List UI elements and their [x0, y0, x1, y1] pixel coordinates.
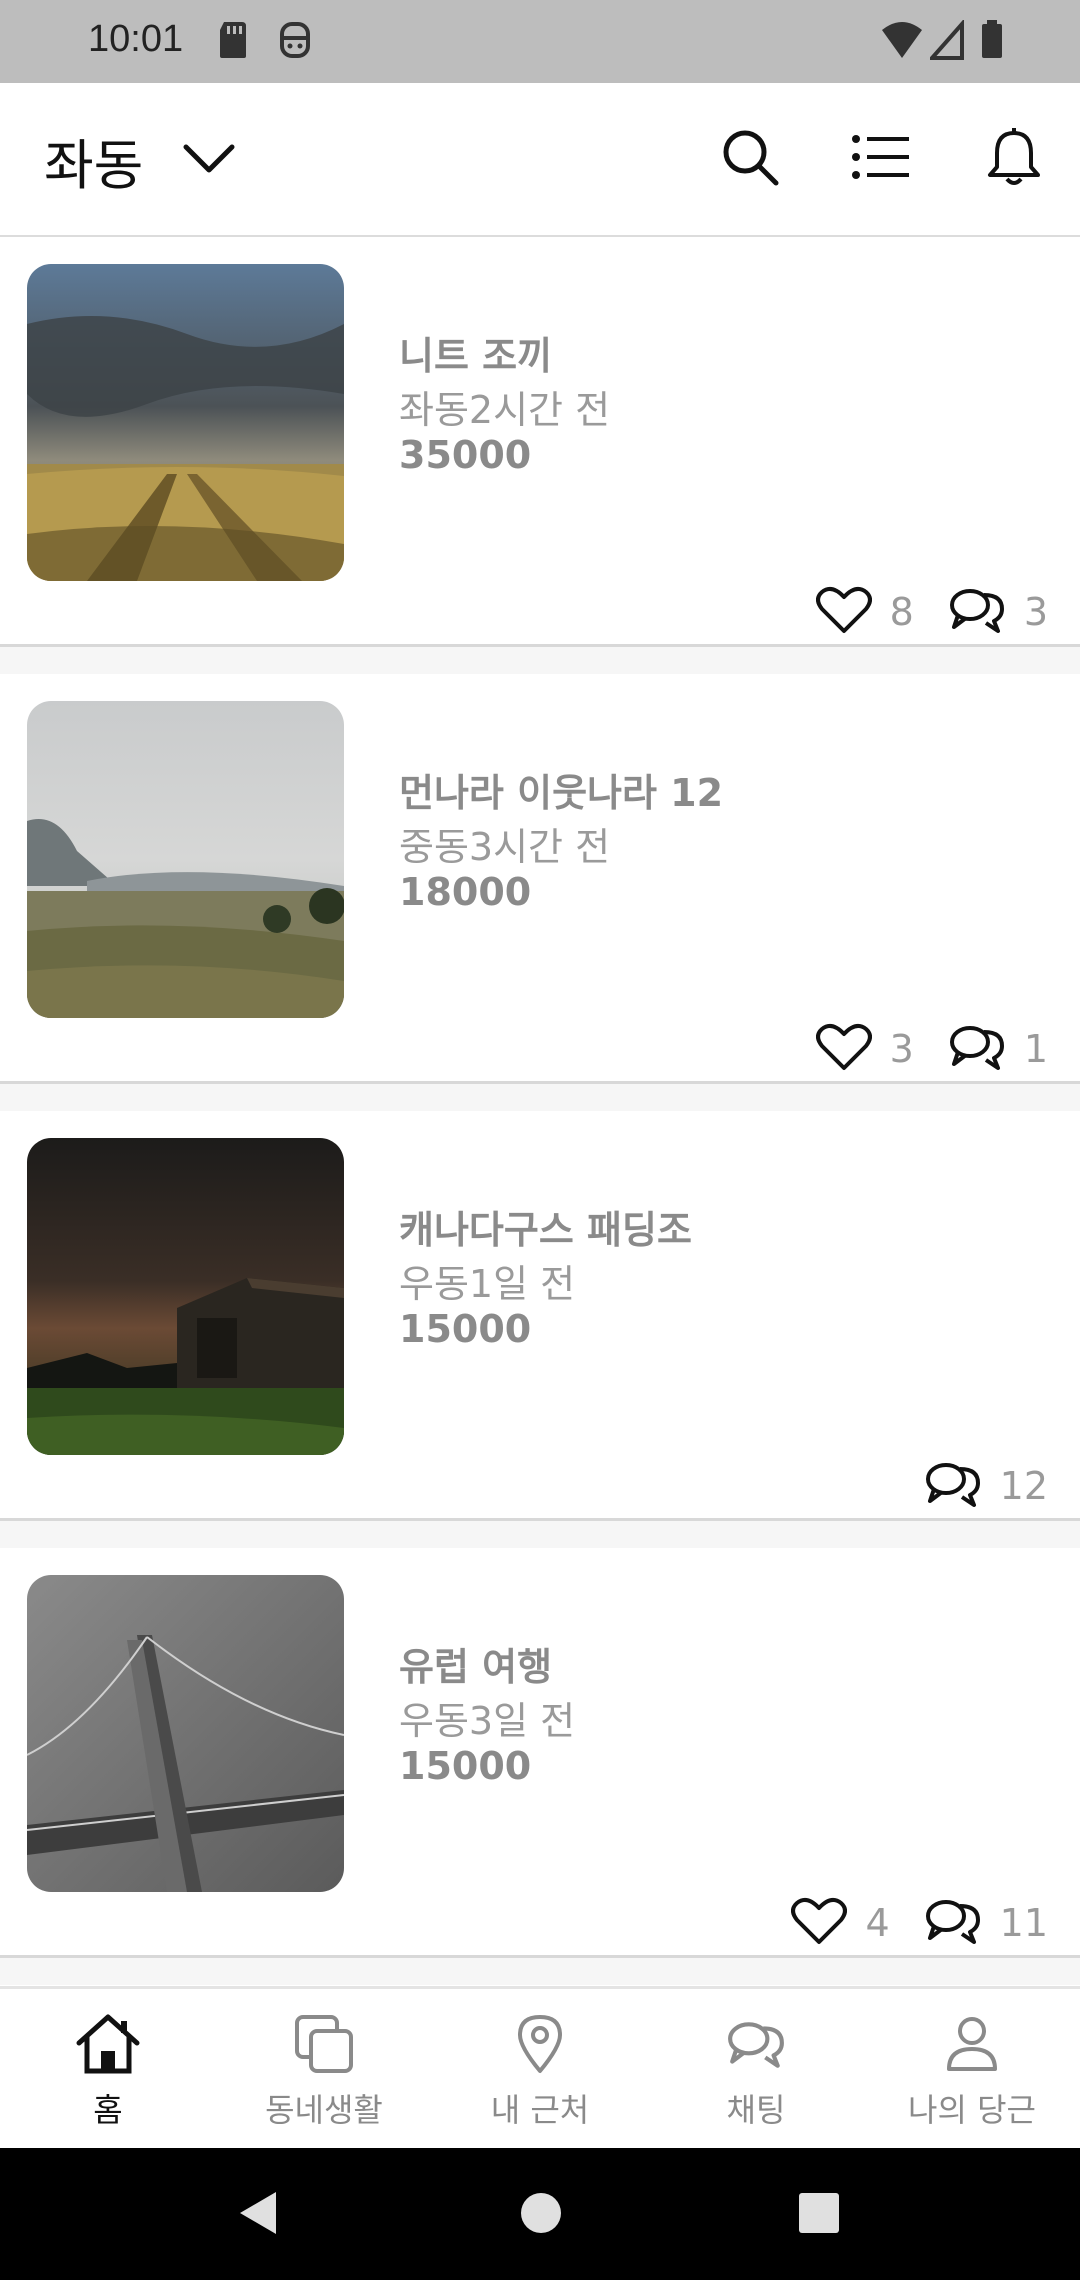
chat-count: 11 — [999, 1901, 1048, 1945]
back-icon[interactable] — [236, 2188, 280, 2242]
copy-icon — [293, 2011, 355, 2077]
listing-stats: 8 3 — [782, 582, 1048, 642]
list-divider — [0, 1084, 1080, 1111]
list-divider — [0, 647, 1080, 674]
tab-label: 채팅 — [726, 2091, 786, 2129]
category-list-button[interactable] — [843, 121, 919, 197]
listing-title: 먼나라 이웃나라 12 — [399, 771, 724, 815]
listing-stats: 3 1 — [782, 1019, 1048, 1079]
tab-label: 동네생활 — [265, 2091, 383, 2129]
chat-stat: 3 — [948, 585, 1048, 639]
list-divider — [0, 1521, 1080, 1548]
tab-home[interactable]: 홈 — [0, 1989, 216, 2148]
listing-price: 35000 — [399, 433, 532, 477]
chat-icon — [948, 585, 1006, 639]
location-pin-icon — [516, 2011, 564, 2077]
tab-my-carrot[interactable]: 나의 당근 — [864, 1989, 1080, 2148]
listing-price: 15000 — [399, 1744, 532, 1788]
notifications-button[interactable] — [976, 121, 1052, 197]
bell-icon — [985, 127, 1043, 191]
chat-stat: 11 — [924, 1896, 1048, 1950]
field-sky-photo — [27, 264, 344, 581]
chat-icon — [726, 2011, 786, 2077]
like-stat: 4 — [791, 1896, 890, 1950]
barn-night-photo — [27, 1138, 344, 1455]
listing-stats: 4 11 — [757, 1893, 1048, 1953]
tab-chat[interactable]: 채팅 — [648, 1989, 864, 2148]
chat-stat: 12 — [924, 1459, 1048, 1513]
listing-item[interactable]: 먼나라 이웃나라 12 중동3시간 전 18000 3 1 — [0, 674, 1080, 1084]
sd-card-icon — [218, 20, 248, 64]
screen: 10:01 좌동 니트 조끼 좌동2시간 전 35000 8 3 먼나라 이웃나… — [0, 0, 1080, 2280]
like-count: 3 — [889, 1027, 914, 1071]
listing-thumbnail — [27, 264, 344, 581]
listing-item[interactable]: 유럽 여행 우동3일 전 15000 4 11 — [0, 1548, 1080, 1958]
app-bar: 좌동 — [0, 83, 1080, 237]
listing-meta: 좌동2시간 전 — [399, 388, 611, 432]
chevron-down-icon — [183, 143, 235, 177]
listing-thumbnail — [27, 701, 344, 1018]
tab-community[interactable]: 동네생활 — [216, 1989, 432, 2148]
chat-stat: 1 — [948, 1022, 1048, 1076]
location-selector[interactable]: 좌동 — [44, 125, 235, 197]
battery-icon — [980, 20, 1004, 64]
like-stat: 3 — [815, 1022, 914, 1076]
like-count: 8 — [889, 590, 914, 634]
listing-title: 유럽 여행 — [399, 1645, 553, 1689]
recents-icon[interactable] — [797, 2188, 841, 2242]
listing-price: 18000 — [399, 870, 532, 914]
listing-item[interactable]: 캐나다구스 패딩조 우동1일 전 15000 12 — [0, 1111, 1080, 1521]
tab-label: 홈 — [93, 2091, 123, 2129]
chat-count: 12 — [999, 1464, 1048, 1508]
like-stat: 8 — [815, 585, 914, 639]
listing-meta: 우동3일 전 — [399, 1699, 576, 1743]
chat-icon — [948, 1022, 1006, 1076]
person-icon — [945, 2011, 999, 2077]
listing-title: 캐나다구스 패딩조 — [399, 1208, 692, 1252]
listing-title: 니트 조끼 — [399, 334, 553, 378]
location-label: 좌동 — [44, 133, 144, 197]
listing-thumbnail — [27, 1575, 344, 1892]
listing-meta: 중동3시간 전 — [399, 825, 611, 869]
listing-item[interactable]: 니트 조끼 좌동2시간 전 35000 8 3 — [0, 237, 1080, 647]
chat-icon — [924, 1896, 982, 1950]
listing-price: 15000 — [399, 1307, 532, 1351]
system-navigation-bar — [0, 2148, 1080, 2280]
heart-icon — [815, 585, 872, 639]
valley-photo — [27, 701, 344, 1018]
bottom-navigation: 홈 동네생활 내 근처 채팅 나의 당근 — [0, 1986, 1080, 2148]
listing-thumbnail — [27, 1138, 344, 1455]
tab-label: 나의 당근 — [908, 2091, 1036, 2129]
wifi-icon — [880, 20, 924, 64]
tab-label: 내 근처 — [490, 2091, 590, 2129]
home-circle-icon[interactable] — [519, 2188, 563, 2242]
status-time: 10:01 — [88, 18, 184, 60]
chat-count: 1 — [1023, 1027, 1048, 1071]
heart-icon — [791, 1896, 848, 1950]
list-icon — [851, 133, 911, 185]
search-button[interactable] — [712, 121, 788, 197]
chat-count: 3 — [1023, 590, 1048, 634]
list-divider — [0, 1958, 1080, 1985]
face-icon — [278, 20, 312, 64]
heart-icon — [815, 1022, 872, 1076]
listing-meta: 우동1일 전 — [399, 1262, 576, 1306]
tab-nearby[interactable]: 내 근처 — [432, 1989, 648, 2148]
search-icon — [720, 127, 780, 191]
home-icon — [75, 2011, 141, 2077]
listing-stats: 12 — [890, 1456, 1048, 1516]
like-count: 4 — [865, 1901, 890, 1945]
signal-icon — [927, 18, 964, 64]
status-bar: 10:01 — [0, 0, 1080, 83]
bridge-photo — [27, 1575, 344, 1892]
chat-icon — [924, 1459, 982, 1513]
